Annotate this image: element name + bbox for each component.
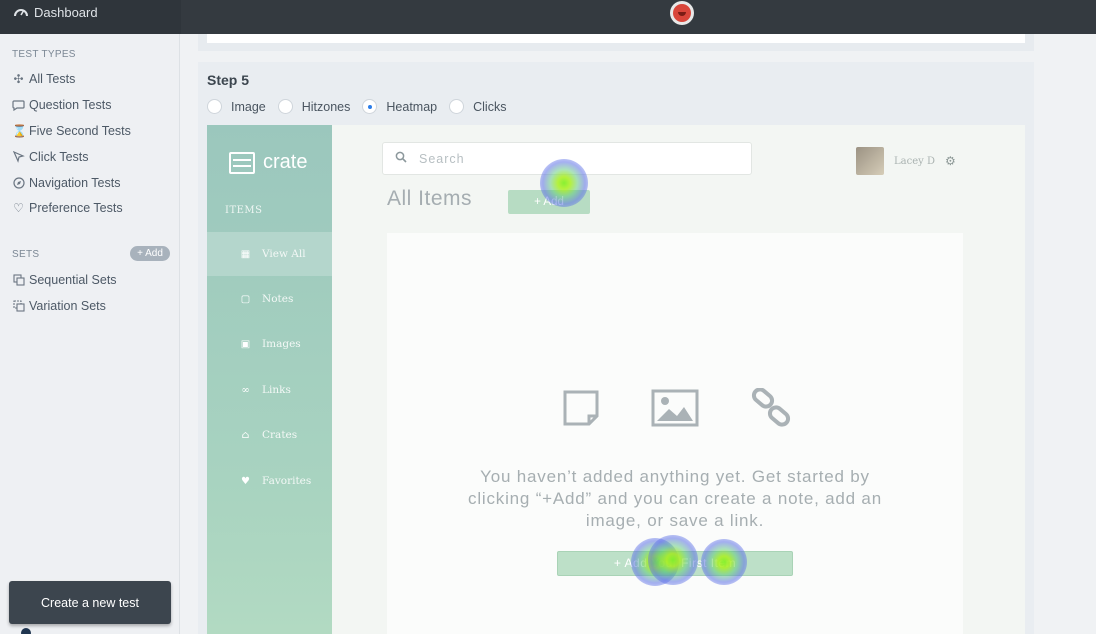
radio-image[interactable]: Image xyxy=(207,99,266,114)
dashboard-link[interactable]: Dashboard xyxy=(14,5,98,20)
search-icon xyxy=(395,151,407,166)
step-title: Step 5 xyxy=(207,72,250,88)
sequential-icon xyxy=(12,273,25,287)
crate-logo-icon xyxy=(229,151,255,174)
heart-icon: ♡ xyxy=(13,200,24,215)
note-icon xyxy=(561,388,609,428)
dashboard-icon xyxy=(14,5,28,20)
preview-user-name: Lacey D xyxy=(894,155,935,167)
sidebar-item-label: Five Second Tests xyxy=(29,124,131,138)
sidebar-item-five-second-tests[interactable]: ⌛ Five Second Tests xyxy=(12,124,131,138)
preview-sidebar: crate ITEMS ▦ View All ▢ Notes ▣ Images … xyxy=(207,125,332,634)
preview-nav-label: Favorites xyxy=(262,475,312,487)
sidebar-item-preference-tests[interactable]: ♡ Preference Tests xyxy=(12,200,123,215)
radio-label: Heatmap xyxy=(386,99,438,114)
preview-search-placeholder: Search xyxy=(419,151,465,166)
radio-heatmap[interactable]: Heatmap xyxy=(362,99,437,114)
top-bar: Dashboard xyxy=(0,0,1096,34)
step-card: Step 5 Image Hitzones Heatmap Clicks cra… xyxy=(198,62,1034,634)
sidebar-item-label: Navigation Tests xyxy=(29,176,121,190)
preview-nav-images: ▣ Images xyxy=(207,322,332,366)
hourglass-icon: ⌛ xyxy=(12,123,27,138)
status-dot xyxy=(21,628,31,634)
radio-clicks[interactable]: Clicks xyxy=(449,99,506,114)
preview-nav-crates: ⌂ Crates xyxy=(207,413,332,457)
sidebar-item-label: Preference Tests xyxy=(29,201,123,215)
gear-icon: ⚙ xyxy=(944,154,956,168)
preview-nav-notes: ▢ Notes xyxy=(207,277,332,321)
grid-icon: ▦ xyxy=(240,248,251,260)
preview-nav-favorites: ♥ Favorites xyxy=(207,459,332,503)
image-icon: ▣ xyxy=(240,338,251,350)
sidebar-item-question-tests[interactable]: Question Tests xyxy=(12,98,111,112)
sidebar-item-navigation-tests[interactable]: Navigation Tests xyxy=(12,176,121,190)
avatar xyxy=(856,147,884,175)
radio-circle[interactable] xyxy=(207,99,222,114)
heatmap-screenshot[interactable]: crate ITEMS ▦ View All ▢ Notes ▣ Images … xyxy=(207,125,1025,634)
add-set-button[interactable]: + Add xyxy=(130,246,170,261)
preview-nav-label: Images xyxy=(262,338,301,350)
variation-icon xyxy=(12,299,25,313)
previous-step-card xyxy=(198,34,1034,51)
preview-nav-label: Notes xyxy=(262,293,294,305)
preview-brand: crate xyxy=(229,151,307,174)
preview-nav-label: View All xyxy=(262,248,306,260)
dashboard-label: Dashboard xyxy=(34,5,98,20)
image-icon xyxy=(651,388,699,428)
sidebar: TEST TYPES ✣ All Tests Question Tests ⌛ … xyxy=(0,34,180,634)
preview-search-field: Search xyxy=(382,142,752,175)
sidebar-item-label: Variation Sets xyxy=(29,299,106,313)
view-mode-radio-group: Image Hitzones Heatmap Clicks xyxy=(207,99,518,114)
preview-brand-name: crate xyxy=(263,151,308,173)
inbox-icon: ⌂ xyxy=(241,429,250,441)
preview-nav-label: Crates xyxy=(262,429,298,441)
radio-circle[interactable] xyxy=(449,99,465,114)
radio-hitzones[interactable]: Hitzones xyxy=(277,99,351,114)
preview-section-label: ITEMS xyxy=(225,205,263,216)
radio-label: Clicks xyxy=(473,99,507,114)
sets-title: SETS xyxy=(12,249,40,260)
previous-step-content xyxy=(207,34,1025,43)
preview-add-button: + Add xyxy=(508,190,590,214)
sidebar-item-click-tests[interactable]: Click Tests xyxy=(12,150,89,164)
note-icon: ▢ xyxy=(240,293,251,305)
sidebar-item-label: Question Tests xyxy=(29,98,112,112)
sidebar-item-label: Sequential Sets xyxy=(29,273,117,287)
preview-add-first-item-button: + Add Your First Item xyxy=(557,551,793,576)
cursor-icon xyxy=(12,150,25,164)
preview-nav-view-all: ▦ View All xyxy=(207,232,332,276)
radio-label: Hitzones xyxy=(301,99,351,114)
compass-icon xyxy=(12,176,25,190)
preview-page-title: All Items xyxy=(387,187,473,210)
radio-circle-selected[interactable] xyxy=(362,99,378,114)
radio-circle[interactable] xyxy=(277,99,293,114)
logo-mascot-icon xyxy=(673,4,691,22)
all-tests-icon: ✣ xyxy=(13,71,24,86)
create-new-test-button[interactable]: Create a new test xyxy=(9,581,171,624)
preview-user: Lacey D ⚙ xyxy=(856,147,956,175)
test-types-title: TEST TYPES xyxy=(12,49,76,60)
preview-nav-label: Links xyxy=(262,384,291,396)
radio-label: Image xyxy=(231,99,266,114)
link-icon: ∞ xyxy=(241,384,250,396)
question-icon xyxy=(12,99,25,112)
heart-icon: ♥ xyxy=(241,475,250,487)
sidebar-item-label: Click Tests xyxy=(29,150,89,164)
preview-empty-panel: You haven’t added anything yet. Get star… xyxy=(387,233,963,634)
sidebar-item-variation-sets[interactable]: Variation Sets xyxy=(12,299,106,313)
app-logo[interactable] xyxy=(670,1,694,25)
sidebar-item-all-tests[interactable]: ✣ All Tests xyxy=(12,72,75,86)
preview-nav-links: ∞ Links xyxy=(207,368,332,412)
sidebar-item-sequential-sets[interactable]: Sequential Sets xyxy=(12,273,117,287)
preview-empty-message: You haven’t added anything yet. Get star… xyxy=(468,467,882,530)
link-icon xyxy=(749,387,797,428)
sidebar-item-label: All Tests xyxy=(29,72,76,86)
